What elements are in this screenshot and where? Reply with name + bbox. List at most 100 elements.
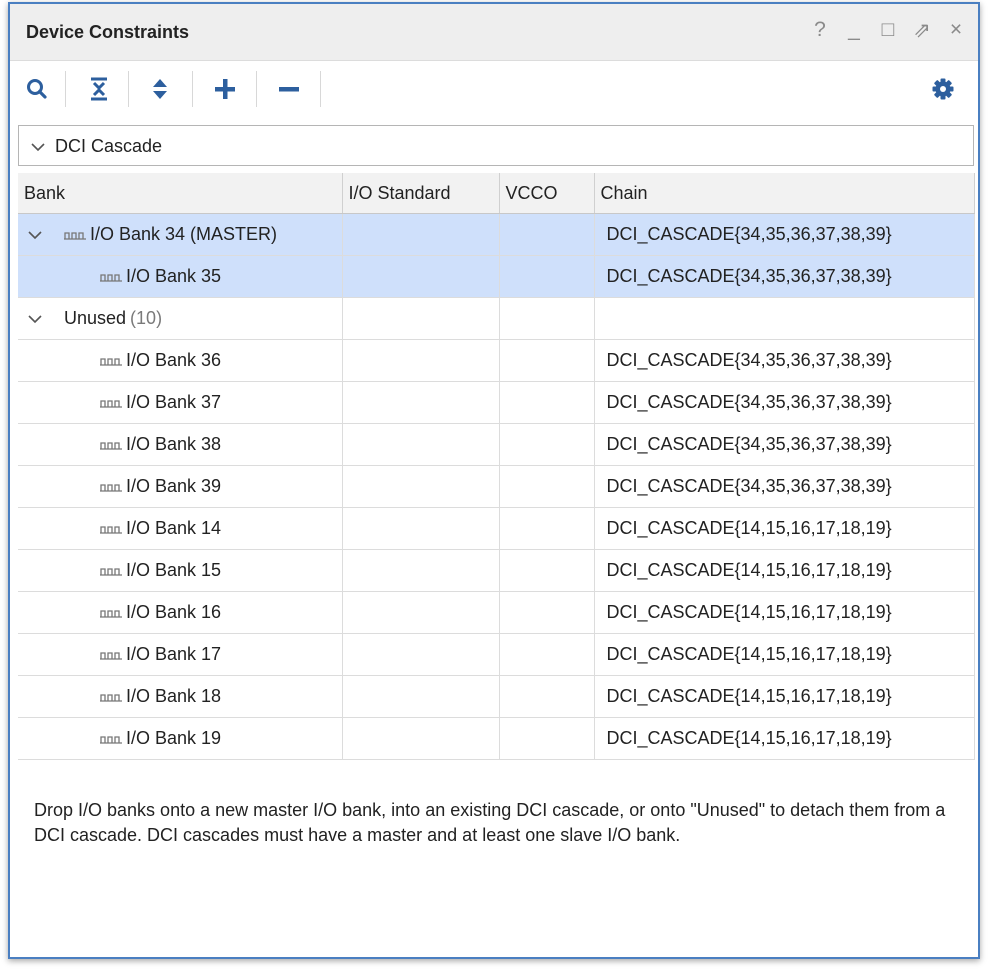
vcco-cell (499, 255, 595, 298)
toolbar-separator (65, 71, 66, 107)
bank-cell: I/O Bank 35 (18, 255, 343, 298)
bank-name: I/O Bank 18 (126, 686, 222, 706)
io-bank-icon (100, 483, 122, 492)
bank-cell: I/O Bank 38 (18, 423, 343, 466)
window-title: Device Constraints (26, 22, 190, 42)
add-icon[interactable] (208, 73, 242, 105)
bank-cell: I/O Bank 34 (MASTER) (18, 213, 343, 256)
io-bank-icon (100, 525, 122, 534)
vcco-cell (499, 507, 595, 550)
collapse-all-icon[interactable] (82, 73, 116, 105)
bank-name: I/O Bank 14 (126, 518, 222, 538)
chain-cell: DCI_CASCADE{14,15,16,17,18,19} (594, 507, 975, 550)
chain-cell: DCI_CASCADE{14,15,16,17,18,19} (594, 675, 975, 718)
column-header-chain[interactable]: Chain (594, 173, 975, 214)
expand-all-icon[interactable] (143, 73, 177, 105)
window-controls: ? _ □ ⇗ × (808, 18, 968, 42)
table-row[interactable]: I/O Bank 15 DCI_CASCADE{14,15,16,17,18,19… (18, 549, 975, 592)
chain-cell: DCI_CASCADE{34,35,36,37,38,39} (594, 423, 975, 466)
close-icon[interactable]: × (944, 18, 968, 42)
chain-cell: DCI_CASCADE{14,15,16,17,18,19} (594, 591, 975, 634)
io-standard-cell (342, 339, 500, 382)
io-standard-cell (342, 297, 500, 340)
title-bar: Device Constraints ? _ □ ⇗ × (10, 4, 978, 61)
vcco-cell (499, 549, 595, 592)
table-row[interactable]: I/O Bank 37 DCI_CASCADE{34,35,36,37,38,39… (18, 381, 975, 424)
io-standard-cell (342, 423, 500, 466)
chain-cell: DCI_CASCADE{34,35,36,37,38,39} (594, 339, 975, 382)
table-row[interactable]: I/O Bank 17 DCI_CASCADE{14,15,16,17,18,19… (18, 633, 975, 676)
chevron-down-icon[interactable] (28, 230, 42, 240)
io-bank-icon (100, 567, 122, 576)
search-icon[interactable] (20, 73, 54, 105)
vcco-cell (499, 717, 595, 760)
table-row[interactable]: I/O Bank 36 DCI_CASCADE{34,35,36,37,38,39… (18, 339, 975, 382)
io-standard-cell (342, 675, 500, 718)
bank-name: I/O Bank 39 (126, 476, 222, 496)
vcco-cell (499, 339, 595, 382)
toolbar (10, 61, 978, 117)
minimize-icon[interactable]: _ (842, 18, 866, 42)
help-description: Drop I/O banks onto a new master I/O ban… (34, 800, 946, 845)
io-standard-cell (342, 633, 500, 676)
io-bank-icon (100, 273, 122, 282)
table-row[interactable]: I/O Bank 16 DCI_CASCADE{14,15,16,17,18,19… (18, 591, 975, 634)
group-label: DCI Cascade (55, 136, 163, 156)
toolbar-separator (192, 71, 193, 107)
vcco-cell (499, 633, 595, 676)
chevron-down-icon[interactable] (31, 142, 45, 152)
table-row-unused-group[interactable]: Unused (10) (18, 297, 975, 340)
chevron-down-icon[interactable] (28, 314, 42, 324)
chain-cell: DCI_CASCADE{14,15,16,17,18,19} (594, 549, 975, 592)
chain-cell: DCI_CASCADE{34,35,36,37,38,39} (594, 465, 975, 508)
io-standard-cell (342, 255, 500, 298)
unused-count: (10) (130, 308, 163, 328)
bank-cell: I/O Bank 14 (18, 507, 343, 550)
float-icon[interactable]: ⇗ (910, 18, 934, 42)
bank-name: I/O Bank 16 (126, 602, 222, 622)
io-standard-cell (342, 381, 500, 424)
io-bank-icon (64, 231, 86, 240)
chain-cell: DCI_CASCADE{34,35,36,37,38,39} (594, 255, 975, 298)
bank-name: I/O Bank 36 (126, 350, 222, 370)
bank-name: I/O Bank 37 (126, 392, 222, 412)
io-standard-cell (342, 465, 500, 508)
help-icon[interactable]: ? (808, 18, 832, 42)
table-row[interactable]: I/O Bank 39 DCI_CASCADE{34,35,36,37,38,39… (18, 465, 975, 508)
io-bank-icon (100, 357, 122, 366)
io-bank-icon (100, 735, 122, 744)
table-row[interactable]: I/O Bank 38 DCI_CASCADE{34,35,36,37,38,39… (18, 423, 975, 466)
unused-label: Unused (64, 308, 127, 328)
maximize-icon[interactable]: □ (876, 18, 900, 42)
dci-cascade-group[interactable]: DCI Cascade (18, 125, 974, 166)
table-row-master[interactable]: I/O Bank 34 (MASTER) DCI_CASCADE{34,35,3… (18, 213, 975, 256)
bank-name: I/O Bank 17 (126, 644, 222, 664)
column-header-vcco[interactable]: VCCO (499, 173, 595, 214)
column-header-bank[interactable]: Bank (18, 173, 343, 214)
bank-cell: I/O Bank 19 (18, 717, 343, 760)
vcco-cell (499, 423, 595, 466)
column-header-io-standard[interactable]: I/O Standard (342, 173, 500, 214)
bank-cell: Unused (10) (18, 297, 343, 340)
io-standard-cell (342, 507, 500, 550)
bank-cell: I/O Bank 17 (18, 633, 343, 676)
vcco-cell (499, 675, 595, 718)
vcco-cell (499, 465, 595, 508)
bank-cell: I/O Bank 15 (18, 549, 343, 592)
bank-cell: I/O Bank 39 (18, 465, 343, 508)
chain-cell: DCI_CASCADE{14,15,16,17,18,19} (594, 633, 975, 676)
table-row[interactable]: I/O Bank 14 DCI_CASCADE{14,15,16,17,18,19… (18, 507, 975, 550)
table-row[interactable]: I/O Bank 19 DCI_CASCADE{14,15,16,17,18,19… (18, 717, 975, 760)
io-standard-cell (342, 213, 500, 256)
bank-name: I/O Bank 19 (126, 728, 222, 748)
io-bank-icon (100, 609, 122, 618)
table-row[interactable]: I/O Bank 18 DCI_CASCADE{14,15,16,17,18,19… (18, 675, 975, 718)
io-bank-icon (100, 441, 122, 450)
vcco-cell (499, 381, 595, 424)
table-row-slave[interactable]: I/O Bank 35 DCI_CASCADE{34,35,36,37,38,3… (18, 255, 975, 298)
vcco-cell (499, 591, 595, 634)
bank-name: I/O Bank 34 (MASTER) (90, 224, 278, 244)
io-bank-icon (100, 693, 122, 702)
remove-icon[interactable] (272, 73, 306, 105)
gear-icon[interactable] (926, 73, 960, 105)
